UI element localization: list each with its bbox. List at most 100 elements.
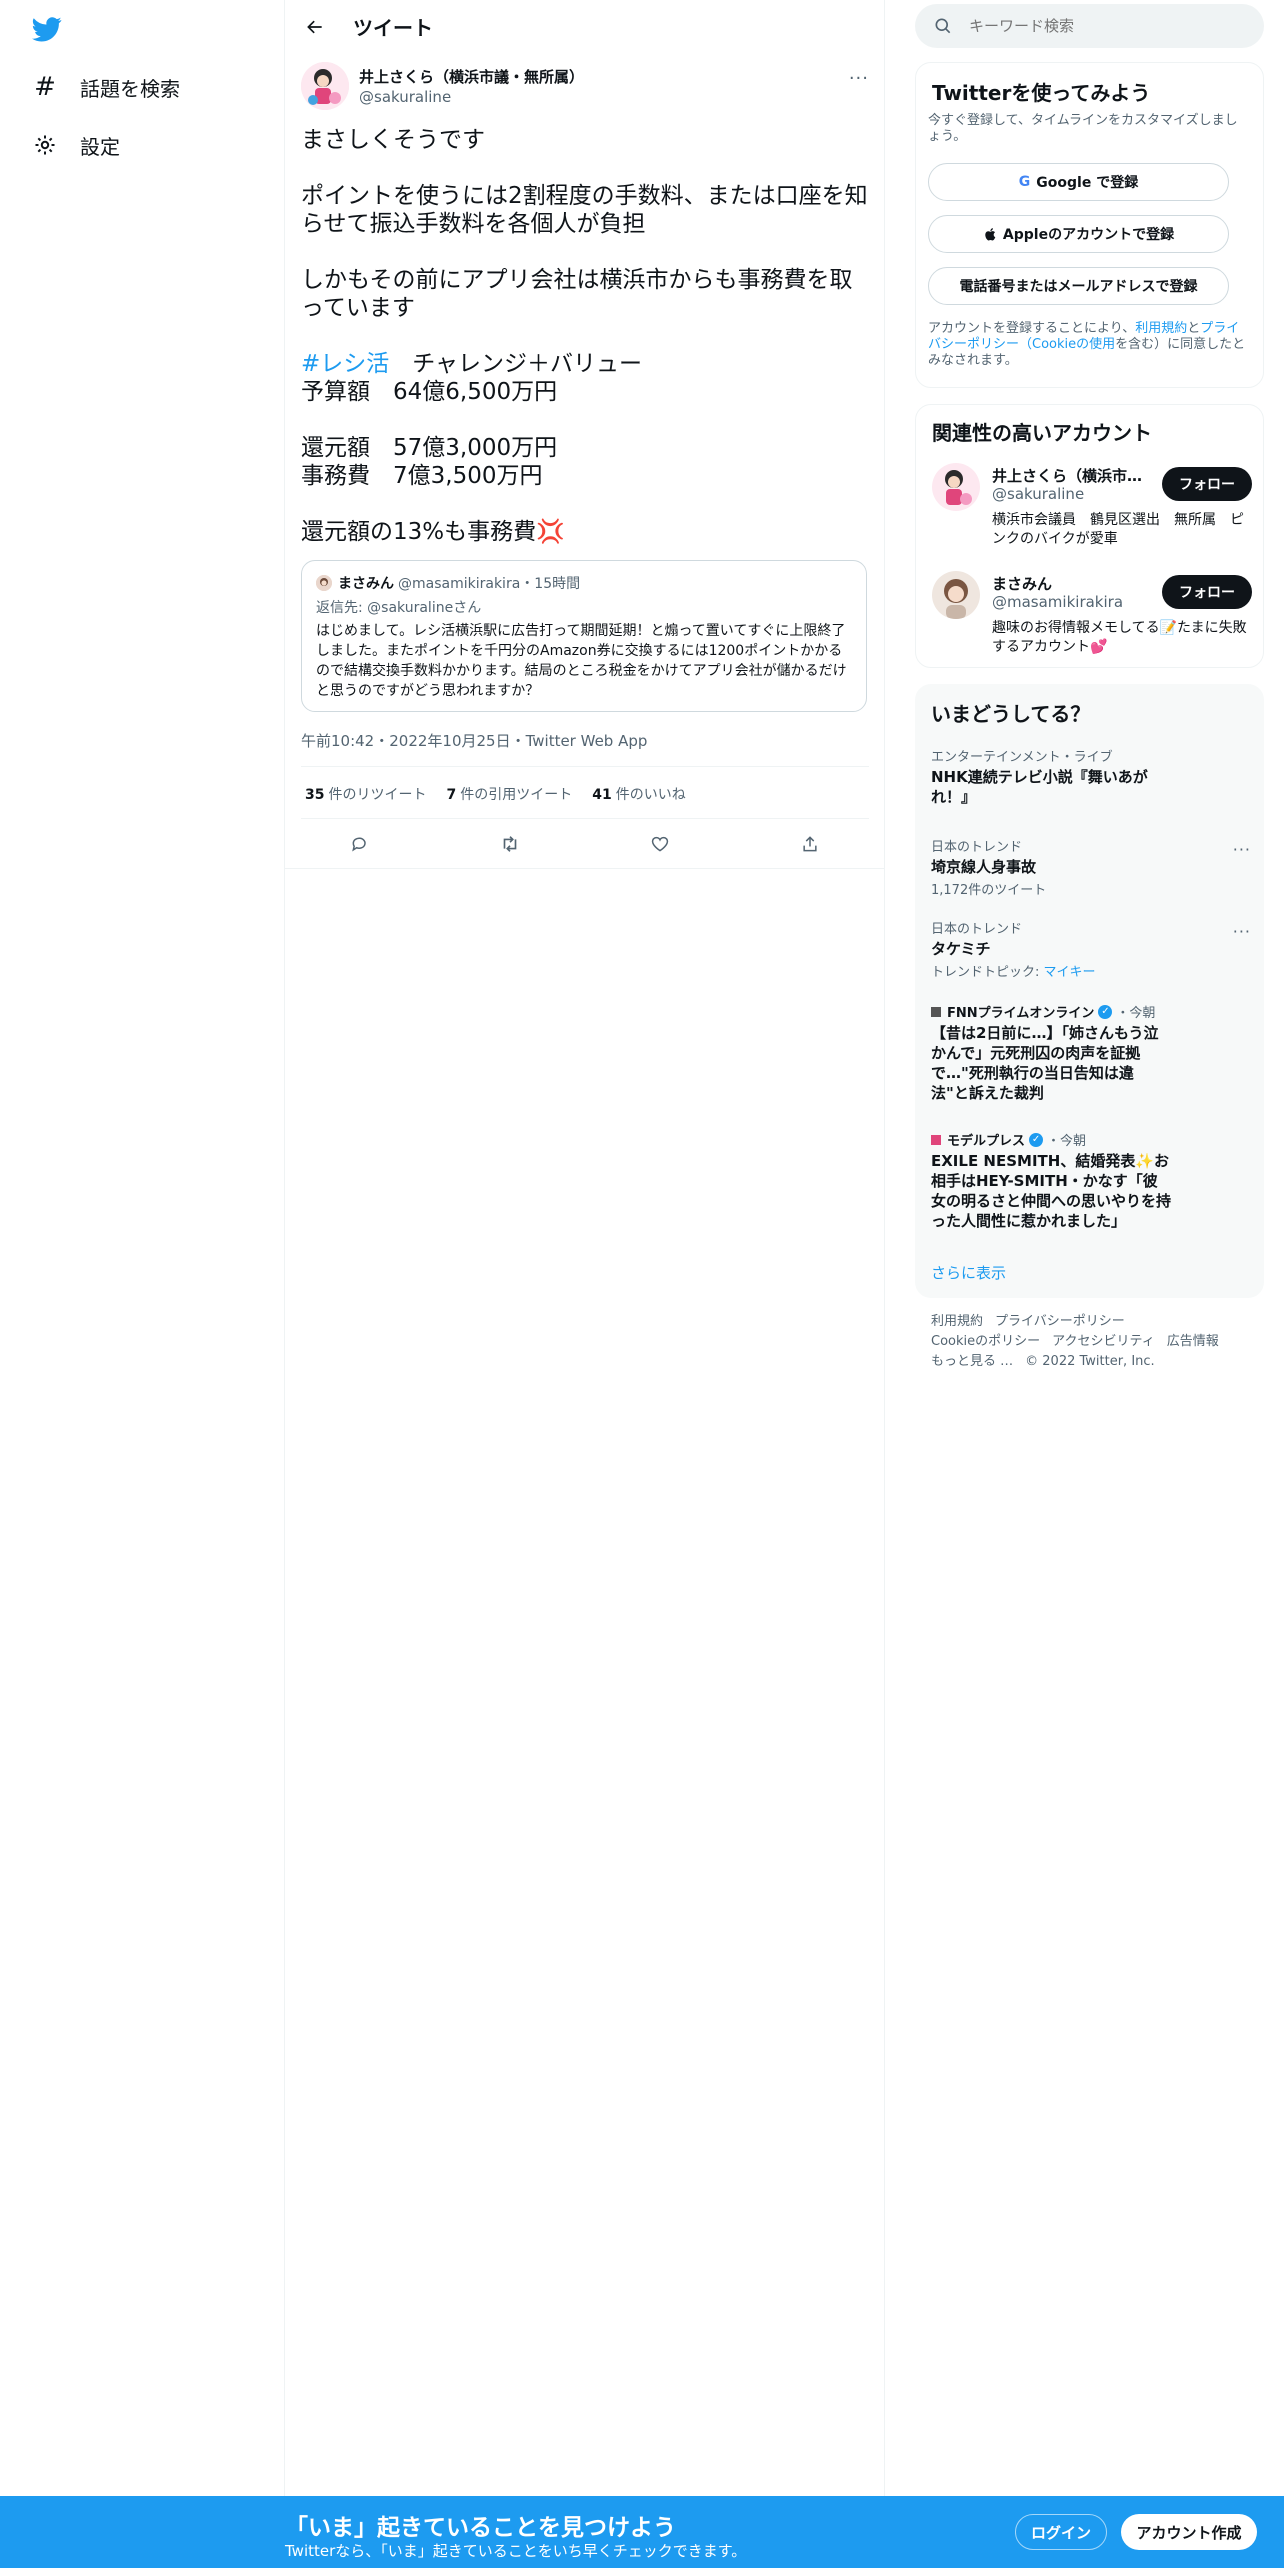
trend-tweet-count: 1,172件のツイート [931, 883, 1047, 898]
news-source: モデルプレス ✓ ・今朝 [931, 1130, 1171, 1149]
more-options-icon[interactable]: ··· [1233, 922, 1251, 941]
footer-link[interactable]: 利用規約 [931, 1314, 983, 1329]
divider [301, 766, 869, 767]
terms-prefix: アカウントを登録することにより、 [928, 321, 1136, 336]
account-avatar[interactable] [932, 571, 980, 619]
tweet-stats: 35 件のリツイート 7 件の引用ツイート 41 件のいいね [305, 784, 706, 804]
nav-explore-label: 話題を検索 [80, 76, 180, 101]
tweet-line-budget: 予算額 64億6,500万円 [301, 379, 558, 405]
banner-subtitle: Twitterなら、「いま」起きていることをいち早くチェックできます。 [285, 2542, 747, 2560]
apple-signup-label: Appleのアカウントで登録 [1002, 227, 1175, 243]
news-logo-icon [931, 1134, 941, 1145]
trend-item[interactable]: 日本のトレンド タケミチ トレンドトピック: マイキー ··· [931, 918, 1251, 980]
account-avatar[interactable] [932, 463, 980, 511]
news-source: FNNプライムオンライン ✓ ・今朝 [931, 1002, 1171, 1021]
trend-item[interactable]: エンターテインメント・ライブ NHK連続テレビ小説『舞いあがれ！』 [931, 746, 1171, 807]
tweet-text-span: チャレンジ＋バリュー [389, 351, 643, 377]
reply-button[interactable] [342, 826, 378, 862]
quotes-count: 7 [446, 787, 457, 803]
quote-reply-to: 返信先: @sakuralineさん [316, 600, 482, 616]
news-source-name: モデルプレス [947, 1134, 1026, 1149]
more-options-icon[interactable]: ··· [849, 68, 869, 89]
retweets-count: 35 [305, 787, 325, 803]
footer-link[interactable]: プライバシーポリシー [995, 1314, 1125, 1329]
back-button[interactable] [297, 9, 333, 45]
quotes-stat[interactable]: 7 件の引用ツイート [446, 784, 572, 804]
follow-button[interactable]: フォロー [1162, 575, 1252, 609]
signup-subtitle: 今すぐ登録して、タイムラインをカスタマイズしましょう。 [928, 113, 1238, 144]
account-handle: @sakuraline [992, 485, 1085, 503]
gear-icon [30, 130, 60, 160]
nav-settings-label: 設定 [80, 134, 120, 159]
twitter-logo-icon[interactable] [30, 14, 64, 44]
account-item[interactable]: 井上さくら（横浜市議・無所属） @sakuraline 横浜市会議員 鶴見区選出… [932, 463, 1252, 553]
footer-link[interactable]: アクセシビリティ [1052, 1334, 1155, 1349]
verified-icon: ✓ [1098, 1004, 1113, 1019]
terms-link[interactable]: 利用規約 [1135, 321, 1187, 336]
trend-context: 日本のトレンド [931, 840, 1023, 855]
trends-panel: いまどうしてる？ エンターテインメント・ライブ NHK連続テレビ小説『舞いあがれ… [915, 684, 1264, 1298]
tweet-actions [285, 820, 885, 868]
signup-title: Twitterを使ってみよう [932, 81, 1151, 105]
trend-topic-link[interactable]: マイキー [1044, 965, 1096, 980]
hashtag-link[interactable]: #レシ活 [301, 351, 389, 377]
quoted-tweet[interactable]: まさみん @masamikirakira・15時間 返信先: @sakurali… [301, 560, 867, 712]
quote-header: まさみん @masamikirakira・15時間 [316, 573, 580, 593]
account-item[interactable]: まさみん @masamikirakira 趣味のお得情報メモしてる📝たまに失敗す… [932, 571, 1252, 661]
quotes-label: 件の引用ツイート [460, 787, 573, 803]
news-item[interactable]: FNNプライムオンライン ✓ ・今朝 【昔は2日前に…】「姉さんもう泣かんで」元死刑… [931, 1002, 1171, 1103]
retweets-stat[interactable]: 35 件のリツイート [305, 784, 426, 804]
tweet-paragraph: しかもその前にアプリ会社は横浜市からも事務費を取っています [301, 267, 853, 321]
author-handle[interactable]: @sakuraline [359, 88, 451, 106]
google-signup-button[interactable]: G Google で登録 [928, 163, 1229, 201]
quote-text: はじめまして。レシ活横浜駅に広告打って期間延期！と煽って置いてすぐに上限終了しま… [316, 623, 847, 699]
google-signup-label: Google で登録 [1036, 175, 1139, 191]
trend-context: エンターテインメント・ライブ [931, 750, 1113, 765]
author-name[interactable]: 井上さくら（横浜市議・無所属） [359, 66, 584, 87]
apple-signup-button[interactable]: Appleのアカウントで登録 [928, 215, 1229, 253]
page-header: ツイート [285, 0, 885, 53]
trend-name: タケミチ [931, 940, 991, 958]
hash-icon: # [34, 72, 56, 102]
footer-links: 利用規約 プライバシーポリシー Cookieのポリシー アクセシビリティ 広告情報 も… [931, 1312, 1251, 1372]
account-bio: 趣味のお得情報メモしてる📝たまに失敗するアカウント💕 [992, 620, 1247, 655]
phone-email-signup-button[interactable]: 電話番号またはメールアドレスで登録 [928, 267, 1229, 305]
account-name: 井上さくら（横浜市議・無所属） [992, 467, 1152, 485]
search-bar[interactable] [915, 4, 1264, 48]
trend-topic-prefix: トレンドトピック: [931, 965, 1044, 980]
arrow-left-icon [307, 20, 322, 33]
tweet-body: まさしくそうです ポイントを使うには2割程度の手数料、または口座を知らせて振込手数… [301, 126, 869, 546]
footer-link[interactable]: Cookieのポリシー [931, 1334, 1040, 1349]
main-column: ツイート 井上さくら（横浜市議・無所属） @sakuraline ··· まさし… [285, 0, 885, 2500]
show-more-link[interactable]: さらに表示 [931, 1262, 1006, 1283]
news-logo-icon [931, 1006, 941, 1017]
quote-handle-time: @masamikirakira・15時間 [398, 576, 581, 592]
nav-explore[interactable]: # 話題を検索 [30, 65, 180, 109]
signup-banner: 「いま」起きていることを見つけよう Twitterなら、「いま」起きていることを… [0, 2496, 1284, 2568]
footer-link[interactable]: もっと見る … [931, 1354, 1013, 1369]
nav-settings[interactable]: 設定 [30, 123, 120, 167]
follow-button[interactable]: フォロー [1162, 467, 1252, 501]
heart-icon [651, 836, 669, 852]
news-headline: 【昔は2日前に…】「姉さんもう泣かんで」元死刑囚の肉声を証拠で…"死刑執行の当日… [931, 1024, 1159, 1102]
login-button[interactable]: ログイン [1015, 2514, 1107, 2550]
tweet-timestamp[interactable]: 午前10:42・2022年10月25日・Twitter Web App [301, 730, 647, 751]
trend-item[interactable]: 日本のトレンド 埼京線人身事故 1,172件のツイート ··· [931, 836, 1251, 898]
news-source-name: FNNプライムオンライン [947, 1006, 1095, 1021]
retweet-button[interactable] [492, 826, 528, 862]
search-input[interactable] [967, 16, 1251, 36]
author-avatar[interactable] [301, 62, 349, 110]
apple-icon [985, 228, 996, 241]
like-button[interactable] [642, 826, 678, 862]
create-account-button[interactable]: アカウント作成 [1121, 2514, 1257, 2550]
verified-icon: ✓ [1029, 1132, 1044, 1147]
more-options-icon[interactable]: ··· [1233, 840, 1251, 859]
share-button[interactable] [792, 826, 828, 862]
footer-link[interactable]: 広告情報 [1167, 1334, 1219, 1349]
share-icon [803, 836, 817, 852]
likes-stat[interactable]: 41 件のいいね [592, 784, 685, 804]
trend-name: 埼京線人身事故 [931, 858, 1037, 876]
terms-and: と [1187, 321, 1201, 336]
trends-title: いまどうしてる？ [931, 702, 1091, 726]
news-item[interactable]: モデルプレス ✓ ・今朝 EXILE NESMITH、結婚発表✨お相手はHEY-SM… [931, 1130, 1171, 1231]
